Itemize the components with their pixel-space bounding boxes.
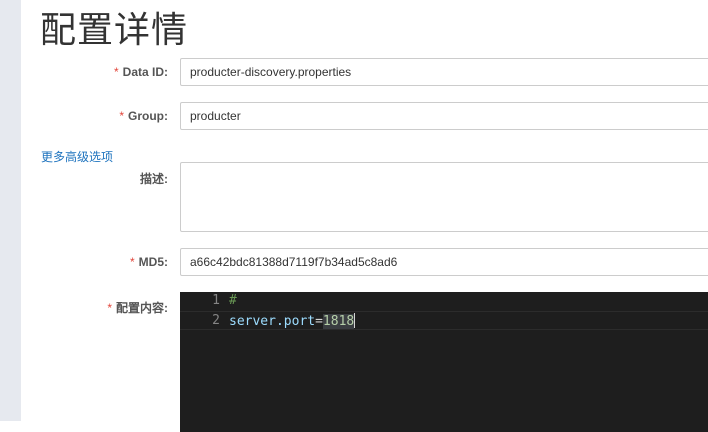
group-field[interactable]: producter xyxy=(180,102,708,130)
left-sidebar-rail xyxy=(0,0,21,421)
md5-label: * MD5: xyxy=(129,255,168,269)
line-number: 1 xyxy=(212,293,220,308)
editor-line-current: 2 server.port=1818 xyxy=(180,311,708,330)
config-content-editor[interactable]: 1 # 2 server.port=1818 xyxy=(180,292,708,432)
page-title: 配置详情 xyxy=(40,10,189,51)
description-label: 描述: xyxy=(140,172,168,186)
code-operator: = xyxy=(315,314,323,329)
code-value: 1818 xyxy=(322,314,355,329)
group-label: * Group: xyxy=(119,109,168,123)
required-mark: * xyxy=(129,255,135,269)
md5-field[interactable]: a66c42bdc81388d7119f7b34ad5c8ad6 xyxy=(180,248,708,276)
advanced-options-link[interactable]: 更多高级选项 xyxy=(41,148,113,165)
data-id-field[interactable]: producter-discovery.properties xyxy=(180,58,708,86)
md5-value: a66c42bdc81388d7119f7b34ad5c8ad6 xyxy=(190,255,398,269)
required-mark: * xyxy=(119,109,124,123)
data-id-value: producter-discovery.properties xyxy=(190,65,352,79)
code-comment: # xyxy=(229,293,237,308)
content-label: * 配置内容: xyxy=(107,301,168,315)
editor-line: 1 # xyxy=(180,292,708,311)
text-cursor xyxy=(354,313,356,328)
line-number: 2 xyxy=(212,313,220,328)
code-key: server.port xyxy=(229,314,316,329)
description-textarea[interactable] xyxy=(180,162,708,232)
data-id-label: * Data ID: xyxy=(113,65,168,79)
required-mark: * xyxy=(107,301,112,315)
required-mark: * xyxy=(113,65,119,79)
group-value: producter xyxy=(190,109,241,123)
